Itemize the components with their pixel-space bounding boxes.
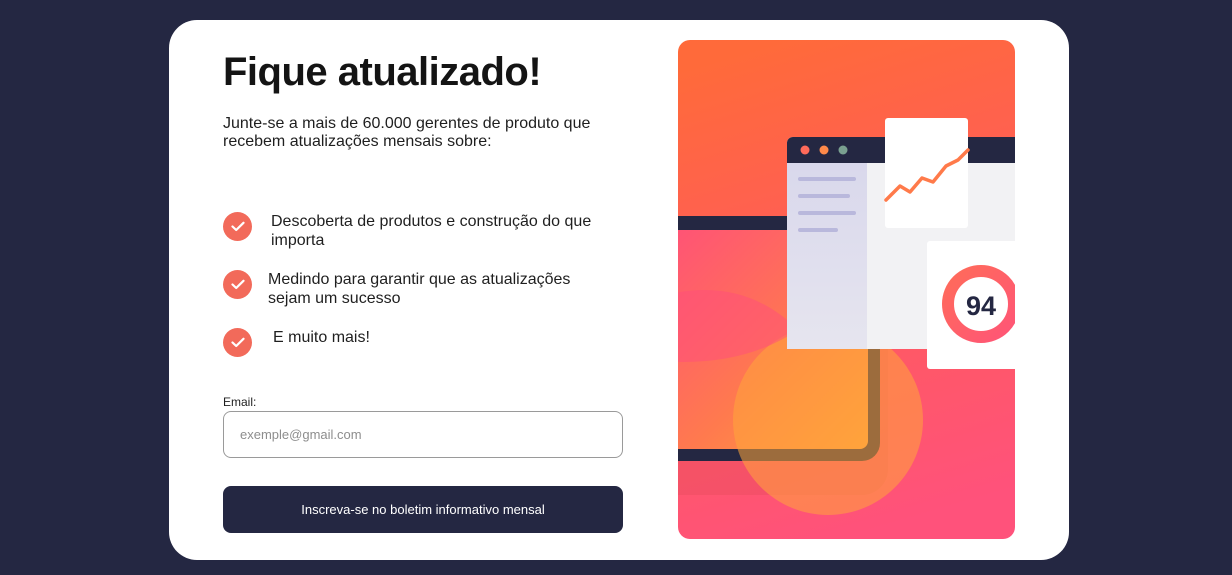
score-label: 94: [966, 291, 996, 321]
check-icon: [223, 212, 252, 241]
check-icon: [223, 270, 252, 299]
dashboard-illustration: 94: [678, 40, 1015, 539]
feature-text: Medindo para garantir que as atualizaçõe…: [268, 271, 571, 307]
email-label: Email:: [223, 395, 257, 409]
list-item: Medindo para garantir que as atualizaçõe…: [223, 270, 623, 310]
feature-text: E muito mais!: [273, 329, 370, 346]
list-item: E muito mais!: [223, 328, 623, 368]
check-icon: [223, 328, 252, 357]
subscribe-button[interactable]: Inscreva-se no boletim informativo mensa…: [223, 486, 623, 533]
email-field[interactable]: [223, 411, 623, 458]
signup-form-panel: Fique atualizado! Junte-se a mais de 60.…: [223, 20, 623, 560]
page-title: Fique atualizado!: [223, 50, 542, 94]
intro-text: Junte-se a mais de 60.000 gerentes de pr…: [223, 115, 591, 150]
illustration-graphic: 94: [678, 40, 1015, 539]
newsletter-card: Fique atualizado! Junte-se a mais de 60.…: [169, 20, 1069, 560]
feature-text: Descoberta de produtos e construção do q…: [271, 213, 592, 249]
list-item: Descoberta de produtos e construção do q…: [223, 212, 623, 252]
